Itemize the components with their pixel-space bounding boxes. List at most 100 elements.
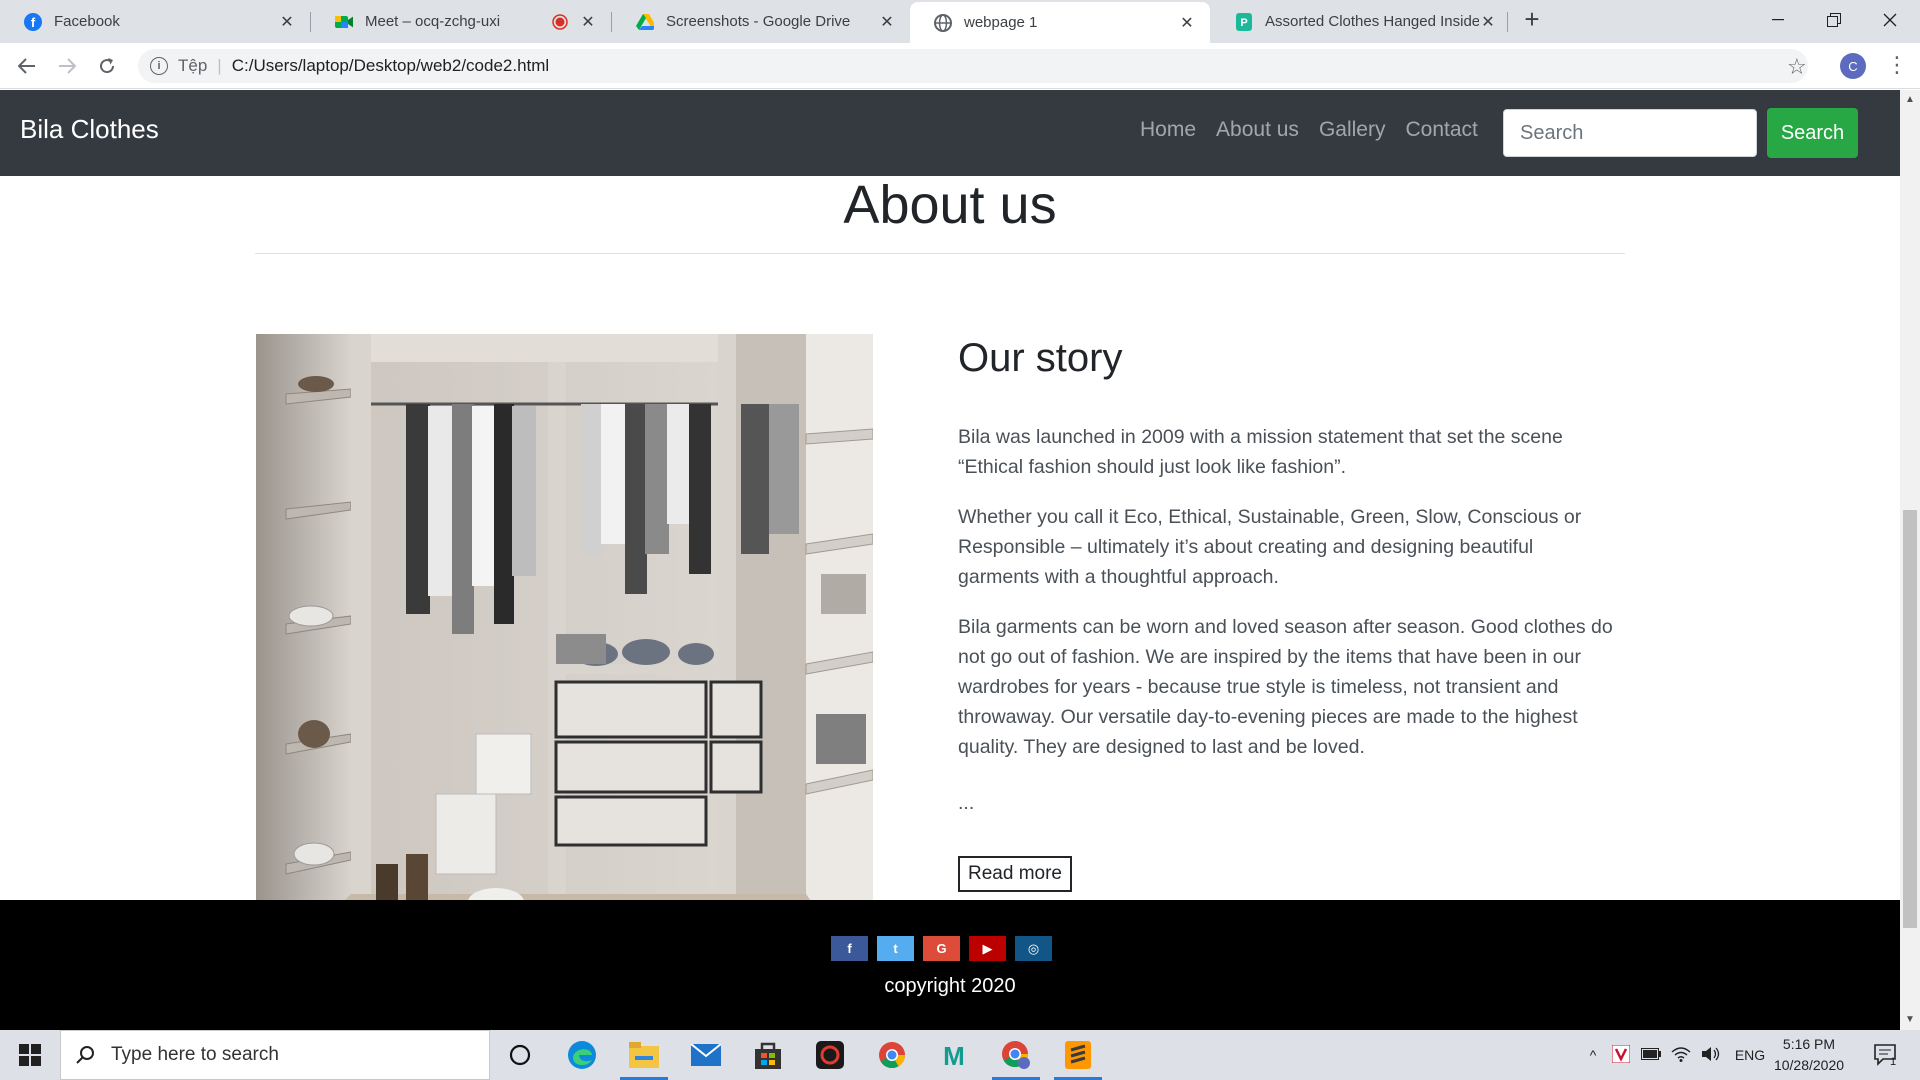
tab-google-drive[interactable]: Screenshots - Google Drive ✕: [612, 0, 910, 43]
volume-icon[interactable]: [1696, 1046, 1726, 1065]
forward-button[interactable]: [51, 50, 83, 82]
new-tab-button[interactable]: +: [1518, 6, 1546, 34]
windows-logo-icon: [19, 1044, 41, 1066]
address-bar[interactable]: i Tệp | C:/Users/laptop/Desktop/web2/cod…: [138, 49, 1808, 83]
wardrobe-image: [256, 334, 873, 990]
reload-button[interactable]: [91, 50, 123, 82]
page-title: About us: [843, 175, 1057, 235]
site-brand[interactable]: Bila Clothes: [20, 114, 159, 145]
heading-divider: [255, 253, 1625, 254]
windows-taskbar: Type here to search M ^ ENG 5:16 PM 10/2…: [0, 1030, 1920, 1080]
edge-icon[interactable]: [558, 1035, 606, 1075]
sublime-text-icon[interactable]: [1054, 1035, 1102, 1080]
scroll-down-icon[interactable]: ▼: [1900, 1014, 1920, 1025]
reload-icon: [100, 58, 115, 74]
bookmark-star-icon[interactable]: ☆: [1787, 54, 1807, 80]
taskbar-clock[interactable]: 5:16 PM 10/28/2020: [1764, 1034, 1854, 1076]
story-paragraph: Bila garments can be worn and loved seas…: [958, 616, 1613, 758]
tray-chevron-up-icon[interactable]: ^: [1580, 1047, 1606, 1063]
close-window-button[interactable]: [1862, 0, 1918, 40]
story-paragraph: Bila was launched in 2009 with a mission…: [958, 426, 1563, 478]
file-explorer-icon[interactable]: [620, 1035, 668, 1080]
notification-center-icon[interactable]: 1: [1866, 1030, 1906, 1080]
site-search-input[interactable]: [1503, 109, 1757, 157]
forward-arrow-icon: [59, 58, 76, 74]
tab-facebook[interactable]: f Facebook ✕: [0, 0, 310, 43]
tab-title: Meet – ocq-zchg-uxi: [365, 13, 501, 30]
svg-text:P: P: [1240, 17, 1247, 29]
clock-date: 10/28/2020: [1773, 1057, 1845, 1073]
browser-menu-icon[interactable]: ⋮: [1886, 52, 1908, 78]
google-drive-icon: [636, 13, 654, 31]
site-navbar: Bila Clothes Home About us Gallery Conta…: [0, 90, 1900, 176]
chrome-icon[interactable]: [868, 1035, 916, 1075]
nav-link-contact[interactable]: Contact: [1405, 118, 1477, 142]
close-tab-icon[interactable]: ✕: [1178, 13, 1196, 33]
recording-icon: [551, 13, 569, 31]
read-more-button[interactable]: Read more: [958, 856, 1072, 892]
svg-text:f: f: [31, 15, 36, 30]
restore-icon: [1827, 13, 1841, 27]
minimize-icon: [1772, 19, 1784, 21]
info-icon[interactable]: i: [150, 57, 168, 75]
scroll-up-icon[interactable]: ▲: [1900, 94, 1920, 105]
start-button[interactable]: [0, 1030, 60, 1080]
maple-app-icon[interactable]: M: [930, 1035, 978, 1075]
restore-button[interactable]: [1806, 0, 1862, 40]
tab-meet[interactable]: Meet – ocq-zchg-uxi ✕: [311, 0, 611, 43]
tab-webpage-1[interactable]: webpage 1 ✕: [910, 2, 1210, 43]
facebook-icon: f: [24, 12, 42, 31]
notification-count: 1: [1890, 1056, 1897, 1068]
address-scheme: Tệp: [178, 56, 208, 75]
back-arrow-icon: [18, 58, 35, 74]
nav-link-gallery[interactable]: Gallery: [1319, 118, 1386, 142]
search-icon: [76, 1046, 94, 1064]
nav-link-home[interactable]: Home: [1140, 118, 1196, 142]
taskbar-search-box[interactable]: Type here to search: [60, 1030, 490, 1080]
clock-time: 5:16 PM: [1782, 1036, 1836, 1052]
nav-link-about[interactable]: About us: [1216, 118, 1299, 142]
profile-avatar[interactable]: C: [1840, 53, 1866, 79]
garena-icon[interactable]: [806, 1035, 854, 1075]
story-paragraph: Whether you call it Eco, Ethical, Sustai…: [958, 506, 1582, 588]
antivirus-icon[interactable]: [1606, 1044, 1636, 1066]
browser-tab-strip: f Facebook ✕ Meet – ocq-zchg-uxi ✕ Scree…: [0, 0, 1920, 43]
address-url: C:/Users/laptop/Desktop/web2/code2.html: [231, 56, 550, 75]
site-search-button[interactable]: Search: [1767, 108, 1858, 158]
scrollbar-thumb[interactable]: [1903, 510, 1917, 928]
google-icon[interactable]: G: [923, 936, 960, 961]
store-icon[interactable]: [744, 1035, 792, 1075]
story-heading: Our story: [958, 336, 1123, 380]
cortana-icon[interactable]: [496, 1035, 544, 1075]
globe-icon: [934, 13, 952, 32]
system-tray: ^ ENG: [1580, 1030, 1774, 1080]
google-meet-icon: [335, 13, 353, 31]
tab-assorted-clothes[interactable]: P Assorted Clothes Hanged Inside ✕: [1211, 0, 1511, 43]
tab-title: webpage 1: [964, 14, 1038, 31]
wifi-icon[interactable]: [1666, 1046, 1696, 1065]
page-scrollbar[interactable]: ▲ ▼: [1900, 90, 1920, 1030]
chrome-profile-icon[interactable]: [992, 1035, 1040, 1080]
address-divider: |: [217, 56, 222, 75]
minimize-button[interactable]: [1750, 0, 1806, 40]
youtube-icon[interactable]: ▶: [969, 936, 1006, 961]
social-links: f t G ▶ ◎: [831, 936, 1052, 961]
taskbar-search-placeholder: Type here to search: [111, 1044, 279, 1065]
close-tab-icon[interactable]: ✕: [579, 12, 597, 32]
tab-title: Assorted Clothes Hanged Inside: [1265, 13, 1479, 30]
mail-icon[interactable]: [682, 1035, 730, 1075]
svg-text:M: M: [943, 1041, 965, 1069]
document-icon: P: [1235, 12, 1253, 31]
back-button[interactable]: [11, 50, 43, 82]
tab-title: Facebook: [54, 13, 120, 30]
twitter-icon[interactable]: t: [877, 936, 914, 961]
close-tab-icon[interactable]: ✕: [1479, 12, 1497, 32]
story-ellipsis: ...: [958, 792, 975, 814]
close-tab-icon[interactable]: ✕: [278, 12, 296, 32]
facebook-icon[interactable]: f: [831, 936, 868, 961]
site-footer: f t G ▶ ◎ copyright 2020: [0, 900, 1900, 1030]
close-tab-icon[interactable]: ✕: [878, 12, 896, 32]
site-nav-links: Home About us Gallery Contact: [1140, 118, 1478, 142]
instagram-icon[interactable]: ◎: [1015, 936, 1052, 961]
battery-icon[interactable]: [1636, 1047, 1666, 1063]
